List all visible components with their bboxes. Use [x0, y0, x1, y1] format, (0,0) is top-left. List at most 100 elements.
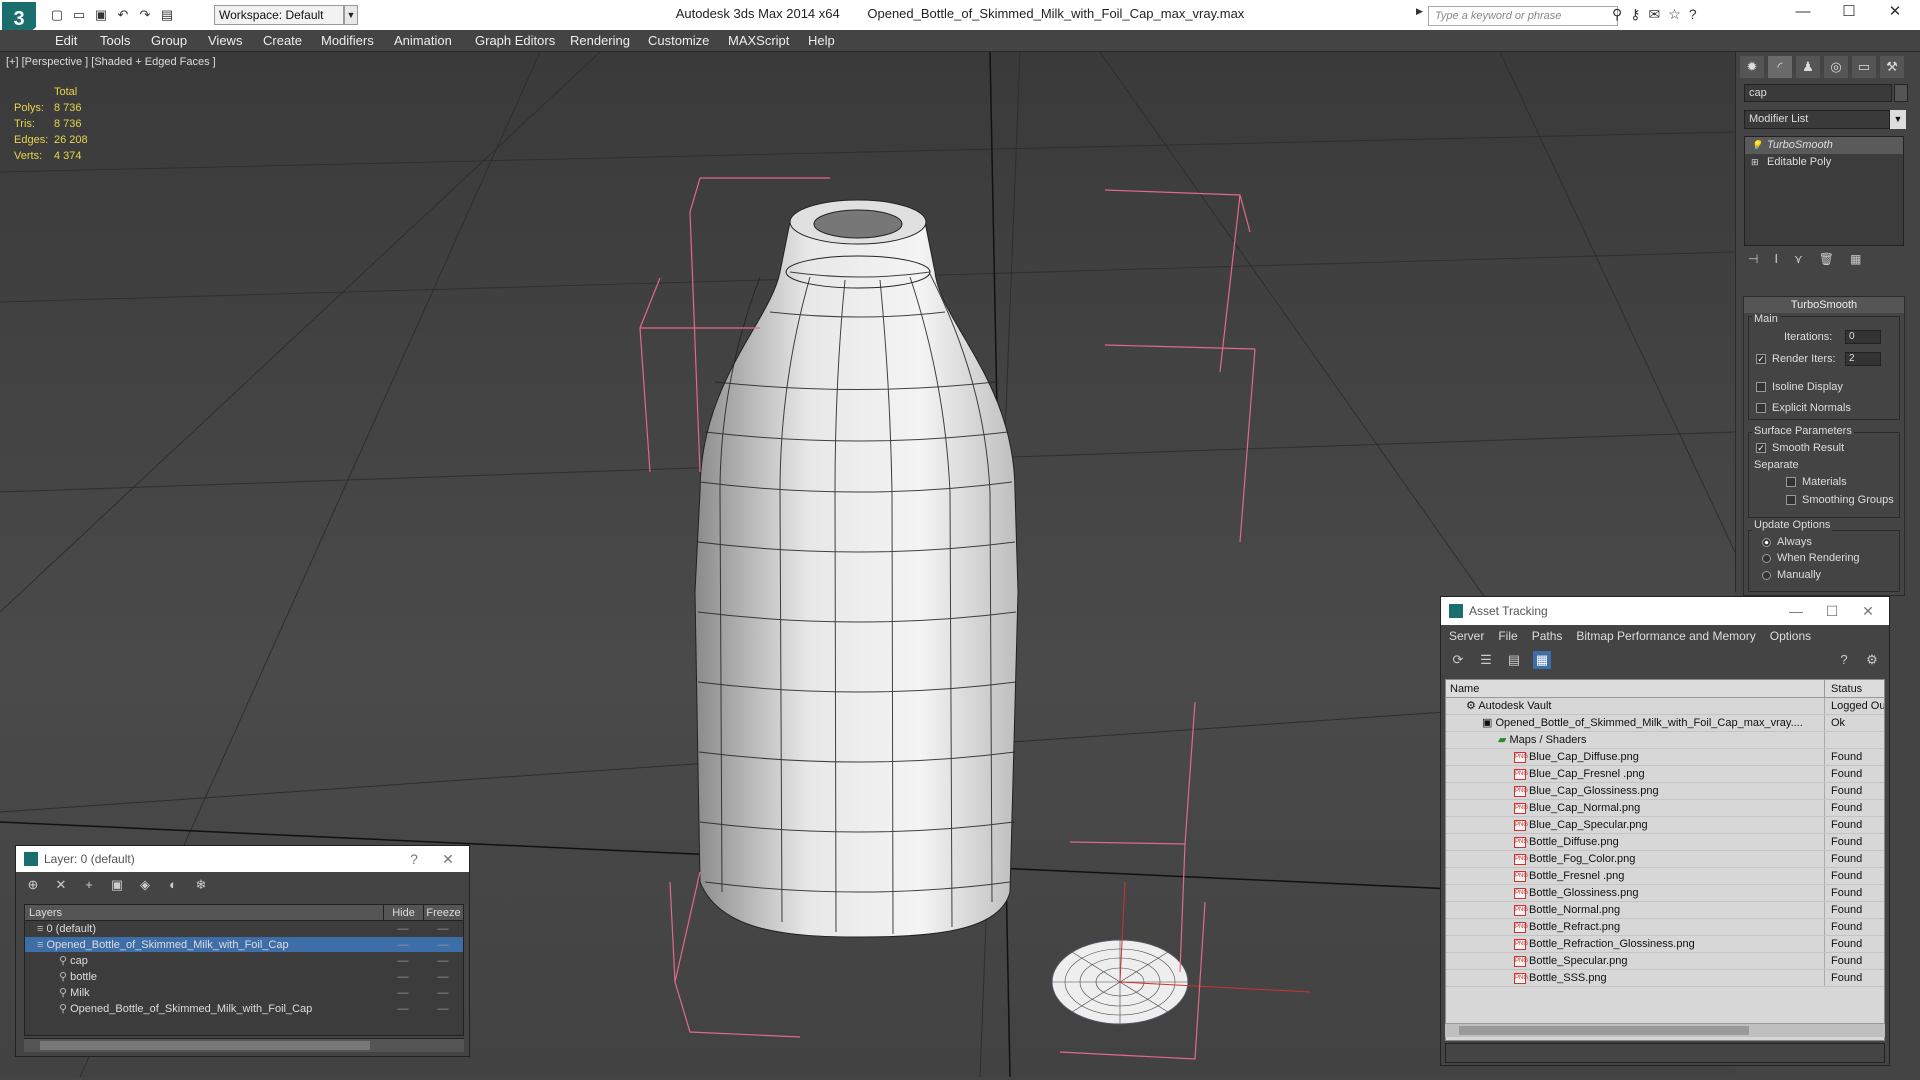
expand-plus-icon[interactable]: ⊞: [1751, 157, 1761, 167]
asset-row-vault[interactable]: ⚙ Autodesk Vault Logged Ou: [1446, 698, 1884, 715]
asset-row-map[interactable]: PNGBottle_Fresnel .png Found: [1446, 868, 1884, 885]
show-end-result-icon[interactable]: Ⅰ: [1774, 252, 1778, 266]
always-radio[interactable]: [1762, 537, 1771, 547]
asset-minimize-button[interactable]: —: [1781, 597, 1811, 625]
freeze-all-icon[interactable]: ❄: [192, 876, 210, 894]
freeze-toggle[interactable]: —: [423, 953, 463, 968]
asset-row-map[interactable]: PNGBlue_Cap_Glossiness.png Found: [1446, 783, 1884, 800]
open-file-icon[interactable]: ▭: [70, 6, 88, 24]
search-expand-icon[interactable]: ▶: [1416, 6, 1423, 17]
layer-manager-titlebar[interactable]: Layer: 0 (default) ? ✕: [16, 846, 469, 872]
workspace-selector[interactable]: Workspace: Default: [214, 5, 344, 25]
asset-row-map[interactable]: PNGBlue_Cap_Specular.png Found: [1446, 817, 1884, 834]
stack-item-editable-poly[interactable]: ⊞ Editable Poly: [1745, 154, 1903, 171]
asset-horizontal-scrollbar[interactable]: [1445, 1023, 1885, 1037]
isoline-checkbox[interactable]: [1756, 382, 1766, 393]
layer-row[interactable]: ⚲ bottle — —: [25, 969, 463, 985]
subscription-icon[interactable]: ⚷: [1630, 6, 1640, 23]
search-input[interactable]: Type a keyword or phrase: [1428, 6, 1618, 26]
menu-views[interactable]: Views: [208, 33, 242, 48]
pin-stack-icon[interactable]: ⊣: [1748, 252, 1758, 266]
smooth-result-checkbox[interactable]: ✓: [1756, 443, 1766, 454]
col-hide-header[interactable]: Hide: [383, 905, 423, 920]
asset-row-map[interactable]: PNGBottle_Normal.png Found: [1446, 902, 1884, 919]
menu-create[interactable]: Create: [263, 33, 302, 48]
freeze-toggle[interactable]: —: [423, 921, 463, 936]
asset-row-map[interactable]: PNGBlue_Cap_Diffuse.png Found: [1446, 749, 1884, 766]
layer-help-button[interactable]: ?: [399, 846, 429, 872]
close-button[interactable]: ✕: [1872, 0, 1918, 26]
utilities-tab-icon[interactable]: ⚒: [1880, 56, 1904, 78]
hide-toggle[interactable]: —: [383, 921, 423, 936]
asset-menu-bitmap[interactable]: Bitmap Performance and Memory: [1576, 625, 1755, 647]
project-folder-icon[interactable]: ▤: [158, 6, 176, 24]
render-iters-spinner[interactable]: 2: [1845, 352, 1881, 366]
layer-row[interactable]: ≡ 0 (default) — —: [25, 921, 463, 937]
menu-edit[interactable]: Edit: [55, 33, 77, 48]
asset-close-button[interactable]: ✕: [1853, 597, 1883, 625]
object-name-field[interactable]: cap: [1744, 84, 1892, 102]
asset-maximize-button[interactable]: ☐: [1817, 597, 1847, 625]
hide-toggle[interactable]: —: [383, 937, 423, 952]
favorites-star-icon[interactable]: ☆: [1668, 6, 1681, 23]
menu-group[interactable]: Group: [151, 33, 187, 48]
modifier-list-dropdown[interactable]: Modifier List: [1744, 110, 1890, 129]
layer-row[interactable]: ⚲ cap — —: [25, 953, 463, 969]
asset-row-map[interactable]: PNGBottle_Refraction_Glossiness.png Found: [1446, 936, 1884, 953]
select-objects-icon[interactable]: ▣: [108, 876, 126, 894]
asset-menu-paths[interactable]: Paths: [1532, 625, 1563, 647]
asset-row-map[interactable]: PNGBlue_Cap_Fresnel .png Found: [1446, 766, 1884, 783]
minimize-button[interactable]: —: [1780, 0, 1826, 26]
modifier-list-arrow-icon[interactable]: ▼: [1890, 110, 1906, 129]
asset-settings-icon[interactable]: ⚙: [1863, 651, 1881, 669]
layer-row[interactable]: ⚲ Milk — —: [25, 985, 463, 1001]
asset-row-map[interactable]: PNGBottle_Specular.png Found: [1446, 953, 1884, 970]
asset-row-map[interactable]: PNGBlue_Cap_Normal.png Found: [1446, 800, 1884, 817]
maximize-button[interactable]: ☐: [1826, 0, 1872, 26]
explicit-normals-checkbox[interactable]: [1756, 403, 1766, 414]
asset-help-icon[interactable]: ?: [1835, 651, 1853, 669]
remove-modifier-icon[interactable]: 🗑: [1819, 252, 1834, 266]
save-file-icon[interactable]: ▣: [92, 6, 110, 24]
create-tab-icon[interactable]: ✹: [1740, 56, 1764, 78]
hierarchy-tab-icon[interactable]: ♟: [1796, 56, 1820, 78]
render-iters-checkbox[interactable]: ✓: [1756, 354, 1766, 365]
object-color-swatch[interactable]: [1894, 84, 1908, 102]
asset-row-map[interactable]: PNGBottle_SSS.png Found: [1446, 970, 1884, 987]
list-view-icon[interactable]: ☰: [1477, 651, 1495, 669]
viewport-label[interactable]: [+] [Perspective ] [Shaded + Edged Faces…: [6, 56, 216, 68]
stack-item-turbosmooth[interactable]: 💡 TurboSmooth: [1745, 137, 1903, 154]
asset-scroll-thumb[interactable]: [1459, 1026, 1749, 1035]
new-file-icon[interactable]: ▢: [48, 6, 66, 24]
asset-row-map[interactable]: PNGBottle_Glossiness.png Found: [1446, 885, 1884, 902]
hide-toggle[interactable]: —: [383, 1001, 423, 1016]
asset-row-file[interactable]: ▣ Opened_Bottle_of_Skimmed_Milk_with_Foi…: [1446, 715, 1884, 732]
layer-scroll-thumb[interactable]: [40, 1041, 370, 1050]
iterations-spinner[interactable]: 0: [1845, 330, 1881, 344]
manually-radio[interactable]: [1762, 570, 1771, 580]
refresh-icon[interactable]: ⟳: [1449, 651, 1467, 669]
layer-horizontal-scrollbar[interactable]: [24, 1038, 464, 1052]
freeze-toggle[interactable]: —: [423, 937, 463, 952]
motion-tab-icon[interactable]: ◎: [1824, 56, 1848, 78]
when-rendering-radio[interactable]: [1762, 553, 1771, 563]
asset-path-field[interactable]: [1445, 1043, 1885, 1063]
display-tab-icon[interactable]: ▭: [1852, 56, 1876, 78]
freeze-toggle[interactable]: —: [423, 985, 463, 1000]
asset-menu-server[interactable]: Server: [1449, 625, 1484, 647]
col-layers-header[interactable]: Layers: [25, 905, 383, 920]
delete-layer-icon[interactable]: ✕: [52, 876, 70, 894]
asset-row-map[interactable]: PNGBottle_Diffuse.png Found: [1446, 834, 1884, 851]
menu-help[interactable]: Help: [808, 33, 835, 48]
create-layer-icon[interactable]: ⊕: [24, 876, 42, 894]
asset-row-map[interactable]: PNGBottle_Refract.png Found: [1446, 919, 1884, 936]
materials-checkbox[interactable]: [1786, 477, 1796, 488]
undo-icon[interactable]: ↶: [114, 6, 132, 24]
help-icon[interactable]: ?: [1689, 6, 1697, 23]
layer-row[interactable]: ⚲ Opened_Bottle_of_Skimmed_Milk_with_Foi…: [25, 1001, 463, 1017]
freeze-toggle[interactable]: —: [423, 969, 463, 984]
menu-graph-editors[interactable]: Graph Editors: [475, 33, 555, 48]
lightbulb-icon[interactable]: 💡: [1751, 140, 1762, 150]
modify-tab-icon[interactable]: ◜: [1768, 56, 1792, 78]
make-unique-icon[interactable]: ⋎: [1794, 252, 1803, 266]
